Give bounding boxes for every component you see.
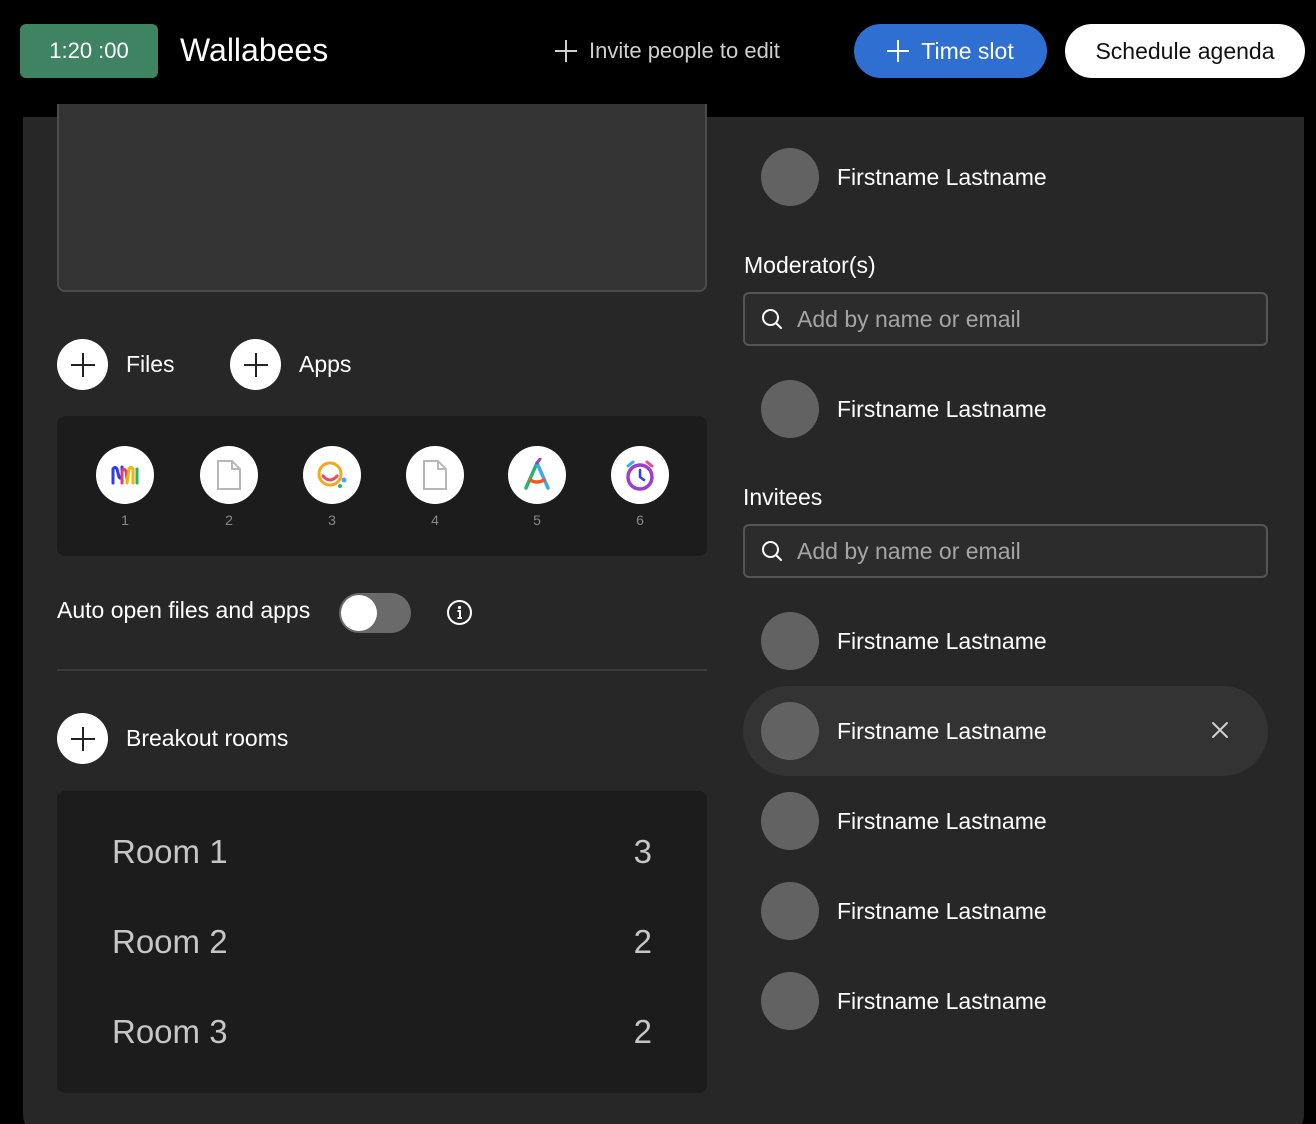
add-apps-circle <box>230 339 281 390</box>
attachment-item: 5 <box>508 446 566 528</box>
person-name: Firstname Lastname <box>837 717 1047 744</box>
room-count: 2 <box>633 923 652 960</box>
section-divider <box>57 669 707 671</box>
person-name: Firstname Lastname <box>837 163 1047 190</box>
person-name: Firstname Lastname <box>837 987 1047 1014</box>
avatar <box>761 792 819 850</box>
add-time-slot-button[interactable]: Time slot <box>854 24 1047 78</box>
room-name: Room 1 <box>112 833 228 870</box>
plus-icon <box>243 352 268 377</box>
person-name: Firstname Lastname <box>837 807 1047 834</box>
attachment-item: 4 <box>406 446 464 528</box>
person-name: Firstname Lastname <box>837 627 1047 654</box>
room-name: Room 2 <box>112 923 228 960</box>
plus-icon <box>70 726 95 751</box>
attachment-number: 3 <box>328 512 336 528</box>
breakout-rooms-label: Breakout rooms <box>126 725 289 751</box>
attachment-number: 2 <box>225 512 233 528</box>
timer-badge: 1:20 :00 <box>20 24 158 78</box>
room-row[interactable]: Room 3 2 <box>57 1002 707 1062</box>
room-count: 2 <box>633 1013 652 1050</box>
plus-icon <box>887 40 910 62</box>
avatar <box>761 972 819 1030</box>
attachment-number: 1 <box>121 512 129 528</box>
invitees-heading: Invitees <box>743 484 823 510</box>
attachment-number: 6 <box>636 512 644 528</box>
avatar <box>761 612 819 670</box>
room-row[interactable]: Room 1 3 <box>57 822 707 882</box>
schedule-agenda-label: Schedule agenda <box>1095 37 1275 64</box>
avatar <box>761 380 819 438</box>
person-name: Firstname Lastname <box>837 897 1047 924</box>
agenda-title: Wallabees <box>180 32 329 68</box>
file-icon[interactable] <box>200 446 258 504</box>
moderator-search-input[interactable] <box>797 305 1237 333</box>
description-textarea[interactable] <box>57 104 707 292</box>
invitee-person: Firstname Lastname <box>761 792 1047 850</box>
file-icon[interactable] <box>406 446 464 504</box>
apps-label: Apps <box>299 351 352 377</box>
toggle-knob <box>341 595 377 631</box>
top-bar: 1:20 :00 Wallabees Invite people to edit… <box>0 0 1316 104</box>
time-slot-label: Time slot <box>921 37 1014 64</box>
attachment-number: 5 <box>533 512 541 528</box>
attachments-list: 1 2 3 4 5 6 <box>57 416 707 556</box>
add-breakout-circle <box>57 713 108 764</box>
person-name: Firstname Lastname <box>837 395 1047 422</box>
add-files-circle <box>57 339 108 390</box>
auto-open-toggle[interactable] <box>339 593 411 633</box>
invitee-person: Firstname Lastname <box>761 612 1047 670</box>
add-files-button[interactable]: Files <box>57 339 175 390</box>
smile-app-icon[interactable] <box>303 446 361 504</box>
room-name: Room 3 <box>112 1013 228 1050</box>
search-icon <box>762 309 782 329</box>
invitee-person: Firstname Lastname <box>761 702 1047 760</box>
invite-people-label: Invite people to edit <box>589 38 780 63</box>
schedule-agenda-button[interactable]: Schedule agenda <box>1065 24 1305 78</box>
add-apps-button[interactable]: Apps <box>230 339 351 390</box>
invite-people-button[interactable]: Invite people to edit <box>555 34 780 68</box>
auto-open-label: Auto open files and apps <box>57 597 311 623</box>
invitee-person: Firstname Lastname <box>761 972 1047 1030</box>
room-row[interactable]: Room 2 2 <box>57 912 707 972</box>
alarm-clock-icon[interactable] <box>611 446 669 504</box>
owner-person: Firstname Lastname <box>761 148 1047 206</box>
avatar <box>761 148 819 206</box>
avatar <box>761 702 819 760</box>
moderator-search-field[interactable] <box>743 292 1268 346</box>
search-icon <box>762 541 782 561</box>
moderator-person: Firstname Lastname <box>761 380 1047 438</box>
close-icon[interactable] <box>1210 720 1230 740</box>
avatar <box>761 882 819 940</box>
invitee-person: Firstname Lastname <box>761 882 1047 940</box>
timer-text: 1:20 :00 <box>49 38 129 63</box>
plus-icon <box>70 352 95 377</box>
breakout-rooms-list: Room 1 3 Room 2 2 Room 3 2 <box>57 791 707 1093</box>
moderators-heading: Moderator(s) <box>744 252 876 278</box>
add-breakout-rooms-button[interactable]: Breakout rooms <box>57 713 288 764</box>
attachment-item: 2 <box>200 446 258 528</box>
files-label: Files <box>126 351 175 377</box>
triangle-app-icon[interactable] <box>508 446 566 504</box>
attachment-item: 6 <box>611 446 669 528</box>
plus-icon <box>555 40 577 62</box>
info-icon[interactable] <box>446 599 473 626</box>
attachment-number: 4 <box>431 512 439 528</box>
attachment-item: 3 <box>303 446 361 528</box>
attachment-item: 1 <box>96 446 154 528</box>
miro-icon[interactable] <box>96 446 154 504</box>
invitee-search-field[interactable] <box>743 524 1268 578</box>
invitee-search-input[interactable] <box>797 537 1237 565</box>
room-count: 3 <box>633 833 652 870</box>
